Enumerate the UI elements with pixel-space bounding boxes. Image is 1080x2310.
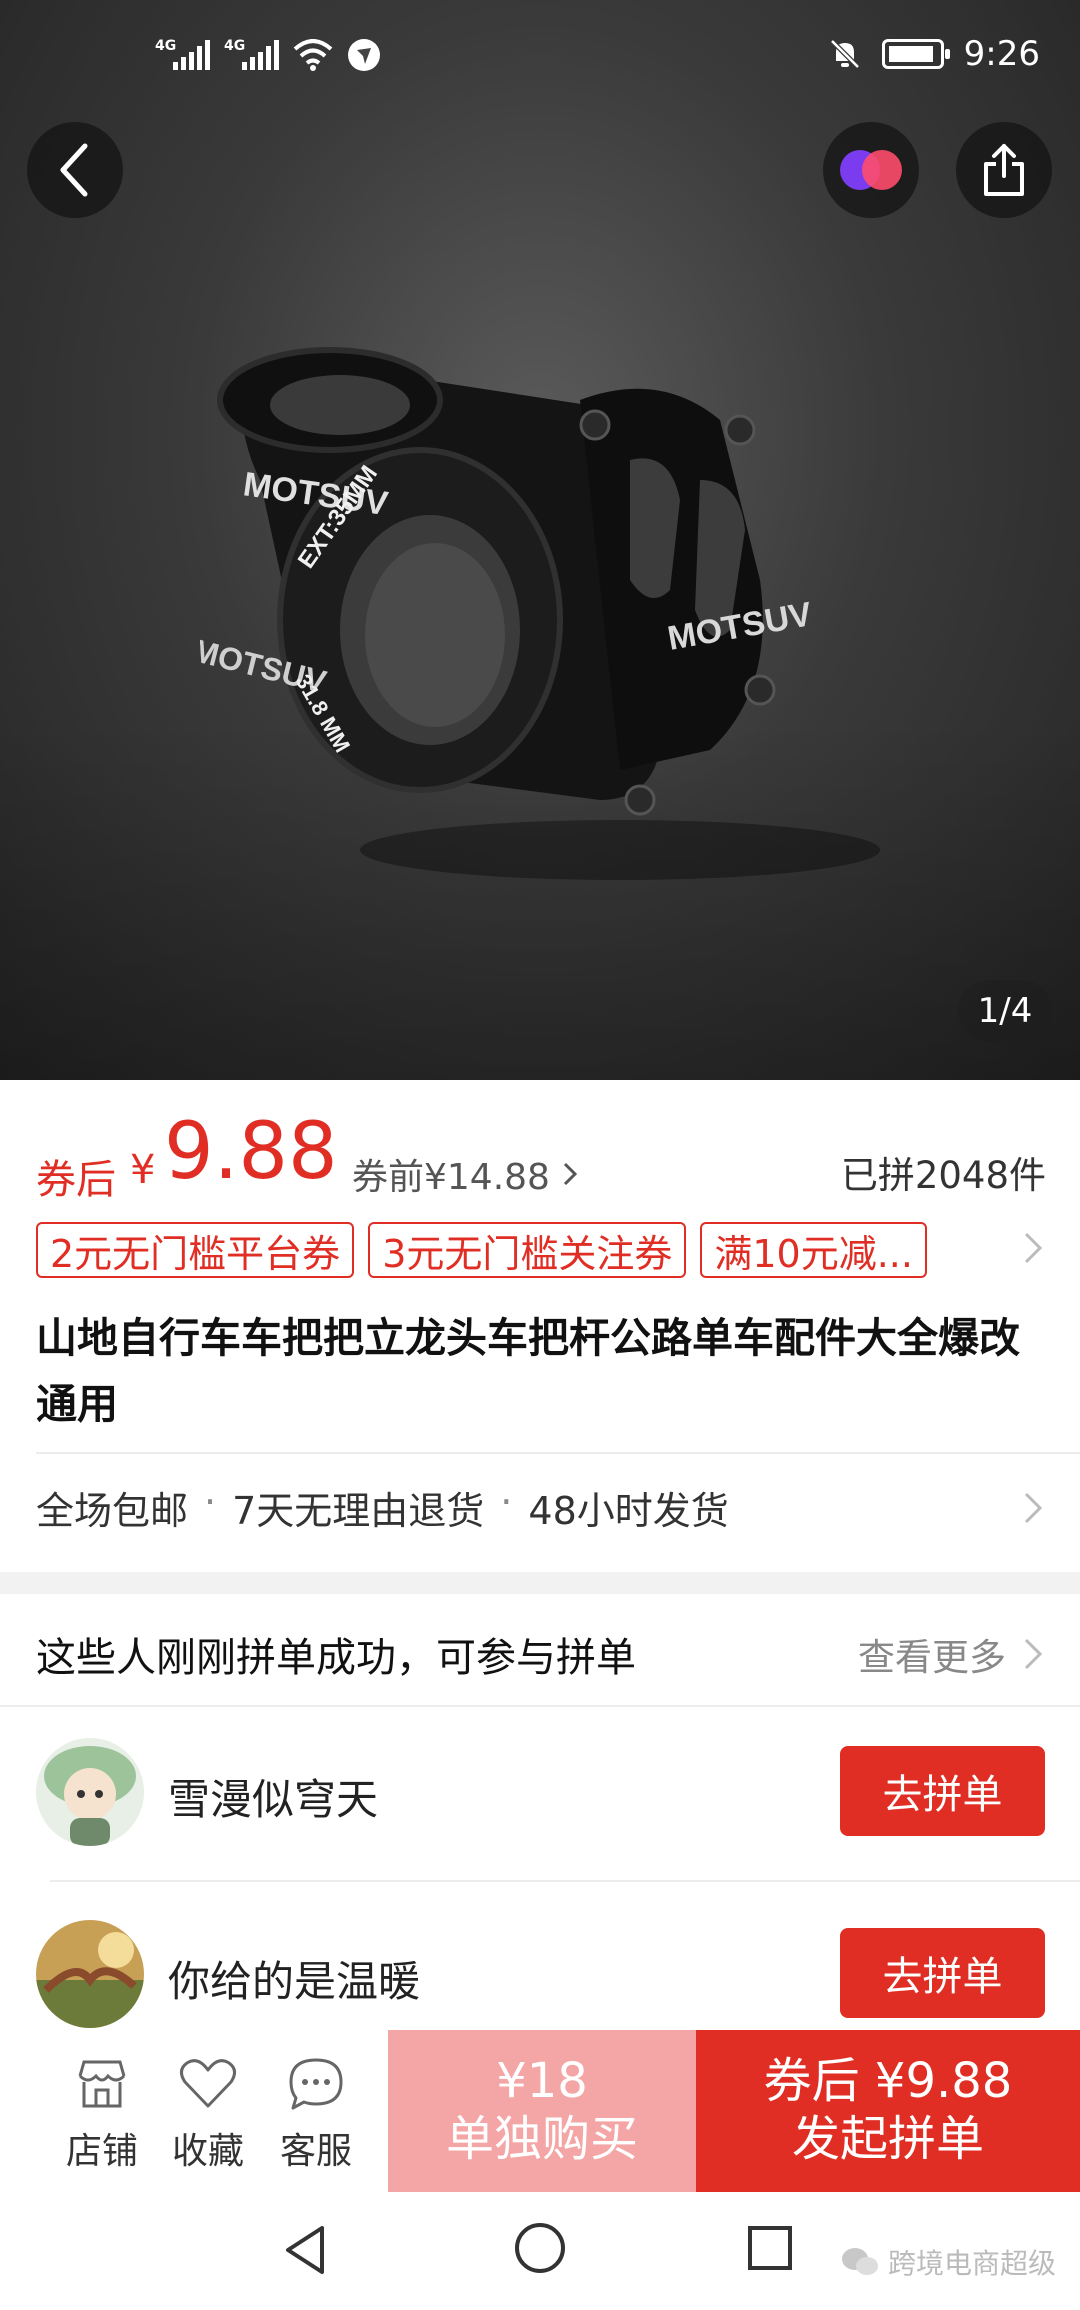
chevron-right-icon[interactable] [1022, 1488, 1044, 1528]
favorite-label: 收藏 [171, 2131, 244, 2172]
wifi-icon [293, 39, 333, 71]
watermark: 跨境电商超级 [840, 2242, 1056, 2282]
coupon-tag[interactable]: 满10元减... [700, 1222, 927, 1278]
group-buy-header: 这些人刚刚拼单成功，可参与拼单 [36, 1635, 636, 1681]
nav-home-icon[interactable] [512, 2220, 568, 2276]
customer-service-label: 客服 [279, 2131, 352, 2172]
buy-alone-label: 单独购买 [445, 2111, 638, 2167]
service-item: 48小时发货 [528, 1489, 729, 1533]
heart-icon [180, 2059, 236, 2108]
signal-icon: 4G [224, 38, 279, 70]
nav-back-icon[interactable] [280, 2222, 330, 2278]
battery-icon [881, 39, 950, 69]
network-type-label: 4G [224, 38, 246, 54]
group-price: 券后 ¥9.88 [763, 2053, 1013, 2109]
divider [50, 1880, 1080, 1882]
section-separator [0, 1572, 1080, 1594]
avatar [36, 1738, 144, 1846]
start-group-buy-button[interactable]: 券后 ¥9.88 发起拼单 [696, 2030, 1080, 2192]
separator-dot: · [500, 1480, 513, 1524]
coupon-tag[interactable]: 2元无门槛平台券 [36, 1222, 355, 1278]
buy-alone-price: ¥18 [496, 2053, 588, 2109]
image-page-indicator: 1/4 [958, 980, 1052, 1042]
theme-switch-button[interactable] [823, 122, 919, 218]
join-group-button[interactable]: 去拼单 [840, 1928, 1045, 2018]
see-more-link[interactable]: 查看更多 [858, 1627, 1006, 1681]
status-time: 9:26 [963, 34, 1040, 74]
customer-service-nav-button[interactable]: 客服 [266, 2052, 366, 2174]
price-row: 券后 ¥ 9.88 券前¥14.88 已拼2048件 [36, 1107, 1046, 1203]
share-button[interactable] [956, 122, 1052, 218]
group-label: 发起拼单 [791, 2111, 984, 2167]
price-currency: ¥ [130, 1147, 156, 1193]
sold-count: 已拼2048件 [840, 1154, 1046, 1197]
divider [0, 1705, 1080, 1707]
group-member-row: 你给的是温暖 去拼单 [0, 1912, 1080, 2032]
share-icon [984, 144, 1024, 196]
signal-icon: 4G [155, 38, 210, 70]
overlapping-circles-icon [840, 150, 902, 190]
group-member-row: 雪漫似穹天 去拼单 [0, 1730, 1080, 1850]
chat-bubble-icon [289, 2058, 343, 2110]
watermark-text: 跨境电商超级 [888, 2247, 1057, 2280]
price-before-coupon: 券前¥14.88 [352, 1157, 550, 1198]
join-group-button[interactable]: 去拼单 [840, 1746, 1045, 1836]
coupon-tag[interactable]: 3元无门槛关注券 [368, 1222, 687, 1278]
bottom-action-bar: 店铺 收藏 客服 ¥18 单独购买 券后 ¥9.88 发起拼单 [0, 2030, 1080, 2192]
product-image-gallery[interactable]: MOTSUV MOTSUV MOTSUV EXT:35MM 31.8 MM 4G… [0, 0, 1080, 1080]
shop-label: 店铺 [65, 2131, 138, 2172]
separator-dot: · [204, 1480, 217, 1524]
chevron-right-icon[interactable] [1022, 1634, 1044, 1674]
back-arrow-icon [60, 143, 88, 197]
price-value: 9.88 [164, 1107, 338, 1197]
buy-alone-button[interactable]: ¥18 单独购买 [388, 2030, 696, 2192]
divider [36, 1452, 1080, 1454]
back-button[interactable] [27, 122, 123, 218]
avatar [36, 1920, 144, 2028]
app-notification-icon [348, 39, 380, 71]
network-type-label: 4G [155, 38, 177, 54]
mute-icon [829, 39, 860, 69]
service-guarantees[interactable]: 全场包邮 · 7天无理由退货 · 48小时发货 [36, 1480, 729, 1535]
service-item: 7天无理由退货 [232, 1489, 485, 1533]
member-name: 你给的是温暖 [168, 1957, 421, 2006]
product-photo: MOTSUV MOTSUV MOTSUV EXT:35MM 31.8 MM [200, 347, 880, 880]
wechat-icon [842, 2248, 878, 2275]
member-name: 雪漫似穹天 [168, 1775, 379, 1824]
after-coupon-label: 券后 [36, 1157, 116, 1203]
status-bar: 4G 4G 9:26 [0, 0, 1080, 120]
shop-nav-button[interactable]: 店铺 [52, 2052, 152, 2174]
shop-icon [78, 2060, 126, 2108]
chevron-right-icon [564, 1162, 578, 1186]
service-item: 全场包邮 [36, 1489, 189, 1533]
favorite-nav-button[interactable]: 收藏 [158, 2052, 258, 2174]
price-before-coupon-link[interactable]: 券前¥14.88 [352, 1148, 579, 1200]
product-title: 山地自行车车把把立龙头车把杆公路单车配件大全爆改通用 [36, 1314, 1020, 1428]
chevron-right-icon[interactable] [1022, 1228, 1044, 1268]
nav-recents-icon[interactable] [746, 2224, 794, 2272]
coupon-list[interactable]: 2元无门槛平台券 3元无门槛关注券 满10元减... [36, 1222, 927, 1280]
